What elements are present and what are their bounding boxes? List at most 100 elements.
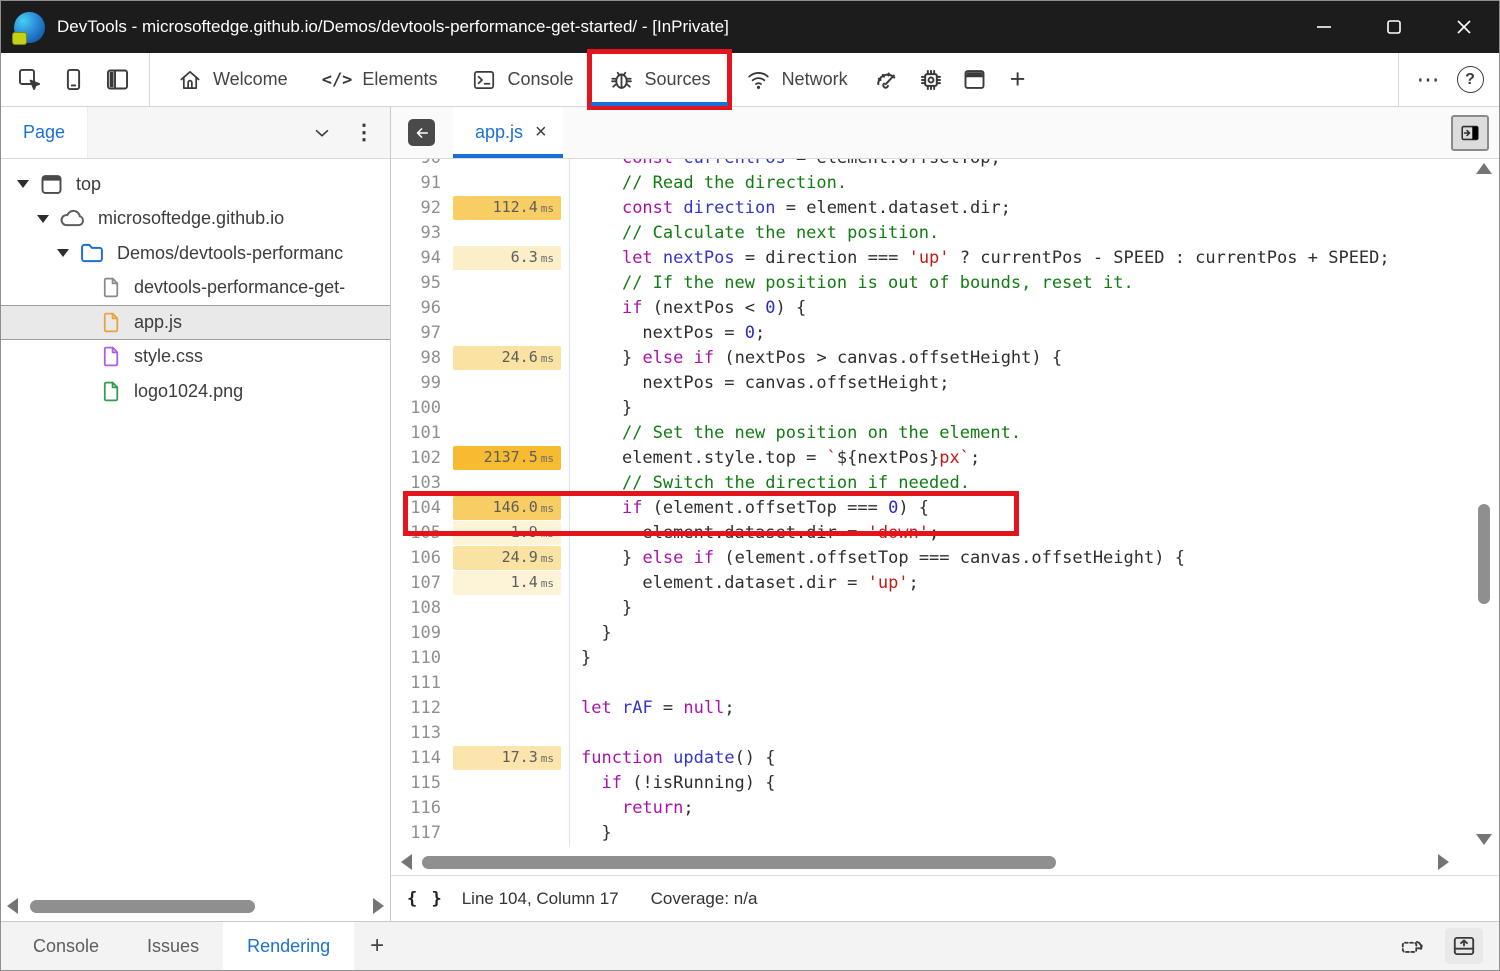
minimize-button[interactable]	[1289, 1, 1359, 53]
focus-panel-button[interactable]	[95, 59, 139, 101]
editor-vscrollbar[interactable]	[1469, 159, 1499, 849]
more-tabs-button[interactable]: +	[997, 59, 1039, 101]
performance-button[interactable]	[865, 59, 909, 101]
editor-hscroll-thumb[interactable]	[422, 856, 1056, 869]
performance-time-badge: 1.9ms	[453, 521, 561, 545]
scroll-down-icon[interactable]	[1476, 834, 1492, 845]
application-button[interactable]	[953, 59, 997, 101]
line-number[interactable]: 104	[391, 496, 451, 521]
tree-item-app-js[interactable]: app.js	[1, 305, 390, 340]
line-number[interactable]: 101	[391, 421, 451, 446]
tab-welcome[interactable]: Welcome	[160, 53, 305, 106]
inspect-button[interactable]	[7, 59, 51, 101]
tree-item-microsoftedge-github-io[interactable]: microsoftedge.github.io	[1, 202, 390, 237]
editor-tab-appjs[interactable]: app.js ×	[453, 107, 563, 158]
device-emulation-button[interactable]	[51, 59, 95, 101]
close-tab-icon[interactable]: ×	[535, 121, 547, 144]
tab-network[interactable]: Network	[728, 53, 865, 106]
back-navigation-button[interactable]	[408, 119, 435, 146]
tree-item-demos-devtools-performanc[interactable]: Demos/devtools-performanc	[1, 236, 390, 271]
more-tools-button[interactable]: +	[354, 922, 400, 970]
scroll-left-icon[interactable]	[401, 854, 412, 870]
console-icon	[471, 67, 497, 93]
line-number[interactable]: 109	[391, 621, 451, 646]
expand-arrow-icon[interactable]	[37, 215, 49, 223]
code-line-111: 111	[391, 671, 1469, 696]
drawer-tab-issues[interactable]: Issues	[123, 922, 223, 970]
code-text: return;	[569, 796, 1469, 821]
line-number[interactable]: 111	[391, 671, 451, 696]
tree-item-top[interactable]: top	[1, 167, 390, 202]
tree-item-label: top	[76, 174, 101, 195]
code-text: } else if (element.offsetTop === canvas.…	[569, 546, 1469, 571]
dock-refresh-icon	[1399, 933, 1425, 959]
editor-tab-label: app.js	[475, 122, 523, 143]
memory-button[interactable]	[909, 59, 953, 101]
navigator-menu-button[interactable]: ⋮	[344, 120, 384, 145]
line-timing-cell	[451, 371, 569, 396]
line-number[interactable]: 91	[391, 171, 451, 196]
help-button[interactable]: ?	[1449, 59, 1491, 101]
close-button[interactable]	[1429, 1, 1499, 53]
line-number[interactable]: 116	[391, 796, 451, 821]
line-number[interactable]: 103	[391, 471, 451, 496]
line-number[interactable]: 112	[391, 696, 451, 721]
line-number[interactable]: 117	[391, 821, 451, 846]
line-number[interactable]: 95	[391, 271, 451, 296]
scroll-right-icon[interactable]	[1438, 854, 1449, 870]
dock-refresh-button[interactable]	[1393, 928, 1431, 964]
tab-console[interactable]: Console	[454, 53, 590, 106]
tree-item-label: logo1024.png	[134, 381, 243, 402]
line-number[interactable]: 94	[391, 246, 451, 271]
chevron-down-icon[interactable]	[300, 112, 344, 154]
line-number[interactable]: 97	[391, 321, 451, 346]
performance-time-badge: 2137.5ms	[453, 446, 561, 470]
expand-arrow-icon[interactable]	[17, 180, 29, 188]
line-number[interactable]: 108	[391, 596, 451, 621]
tab-sources[interactable]: Sources	[591, 53, 728, 106]
tab-page[interactable]: Page	[1, 107, 88, 158]
scroll-right-icon[interactable]	[373, 898, 384, 914]
sidebar-hscrollbar[interactable]	[1, 891, 390, 921]
line-number[interactable]: 114	[391, 746, 451, 771]
line-number[interactable]: 96	[391, 296, 451, 321]
line-number[interactable]: 102	[391, 446, 451, 471]
sidebar-hscroll-thumb[interactable]	[30, 900, 255, 913]
line-number[interactable]: 90	[391, 159, 451, 171]
line-number[interactable]: 106	[391, 546, 451, 571]
line-number[interactable]: 100	[391, 396, 451, 421]
expand-panel-button[interactable]	[1445, 928, 1483, 964]
scroll-up-icon[interactable]	[1476, 163, 1492, 174]
line-number[interactable]: 93	[391, 221, 451, 246]
editor-hscrollbar[interactable]	[391, 849, 1499, 875]
scroll-left-icon[interactable]	[7, 898, 18, 914]
line-number[interactable]: 99	[391, 371, 451, 396]
code-text: if (element.offsetTop === 0) {	[569, 496, 1469, 521]
tab-elements[interactable]: </>Elements	[305, 53, 455, 106]
line-number[interactable]: 105	[391, 521, 451, 546]
more-options-button[interactable]: ⋯	[1407, 59, 1449, 101]
code-text: if (nextPos < 0) {	[569, 296, 1469, 321]
maximize-button[interactable]	[1359, 1, 1429, 53]
open-panel-right-button[interactable]	[1451, 115, 1489, 151]
line-number[interactable]: 98	[391, 346, 451, 371]
code-text: function update() {	[569, 746, 1469, 771]
drawer-tab-console[interactable]: Console	[9, 922, 123, 970]
line-number[interactable]: 107	[391, 571, 451, 596]
tab-label: Elements	[362, 69, 437, 90]
drawer-tab-rendering[interactable]: Rendering	[223, 922, 354, 970]
pretty-print-button[interactable]: { }	[407, 889, 444, 909]
tree-item-devtools-performance-get-[interactable]: devtools-performance-get-	[1, 271, 390, 306]
line-number[interactable]: 92	[391, 196, 451, 221]
code-line-97: 97 nextPos = 0;	[391, 321, 1469, 346]
focus-panel-icon	[104, 66, 131, 93]
expand-panel-icon	[1451, 933, 1477, 959]
inspect-icon	[16, 66, 43, 93]
editor-vscroll-thumb[interactable]	[1478, 504, 1490, 604]
line-number[interactable]: 110	[391, 646, 451, 671]
line-number[interactable]: 113	[391, 721, 451, 746]
tree-item-logo1024-png[interactable]: logo1024.png	[1, 374, 390, 409]
line-number[interactable]: 115	[391, 771, 451, 796]
expand-arrow-icon[interactable]	[57, 249, 69, 257]
tree-item-style-css[interactable]: style.css	[1, 340, 390, 375]
